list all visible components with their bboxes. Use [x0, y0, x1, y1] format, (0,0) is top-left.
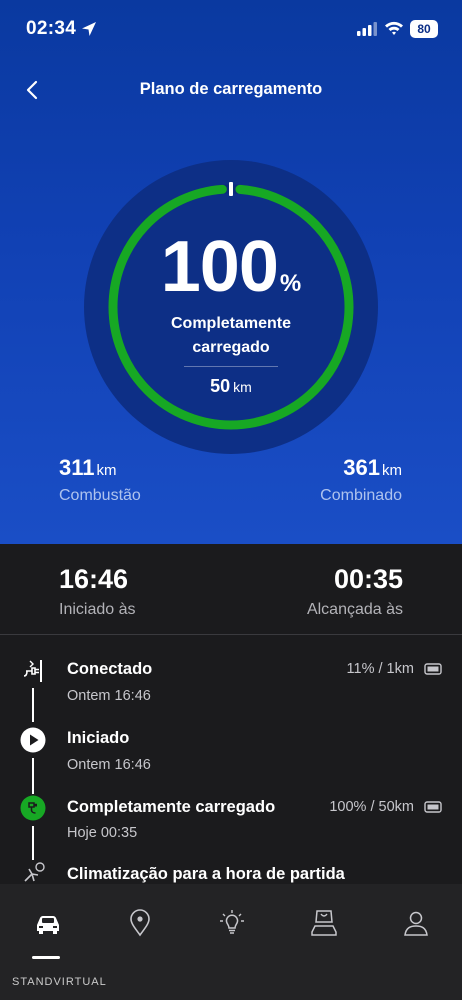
- tab-map[interactable]: [116, 904, 162, 944]
- combustion-range: 311 km Combustão: [59, 455, 141, 505]
- combustion-range-unit: km: [96, 462, 117, 479]
- timeline-connector: [32, 758, 34, 794]
- timeline-connector: [32, 826, 34, 860]
- tab-profile[interactable]: [392, 904, 438, 944]
- reached-time-value: 00:35: [333, 564, 403, 594]
- map-pin-icon: [130, 909, 150, 937]
- car-battery-icon: [424, 663, 442, 675]
- location-arrow-icon: [82, 22, 96, 36]
- charge-gauge: 100% Completamente carregado 50 km: [84, 160, 378, 454]
- battery-indicator: 80: [410, 20, 438, 38]
- navigation-bar: Plano de carregamento: [0, 70, 462, 110]
- user-icon: [404, 911, 428, 936]
- gauge-marker: [229, 182, 233, 196]
- reached-time-label: Alcançada às: [306, 601, 403, 618]
- timeline-event-title: Conectado: [67, 660, 153, 678]
- combustion-range-value: 311: [59, 455, 95, 480]
- timeline-connector: [32, 688, 34, 722]
- climate-icon: [24, 862, 45, 882]
- car-icon: [37, 916, 59, 934]
- gauge-divider: [184, 366, 278, 367]
- reached-time-block: 00:35 Alcançada às: [307, 564, 403, 619]
- start-time-label: Iniciado às: [59, 601, 136, 618]
- combined-range: 361 km Combinado: [320, 455, 402, 505]
- tab-vehicle[interactable]: [24, 904, 70, 959]
- timeline-event-detail: 100% / 50km: [329, 799, 442, 815]
- percentage-value: 100: [160, 227, 279, 307]
- charge-times: 16:46 Iniciado às 00:35 Alcançada às: [0, 544, 462, 634]
- charge-status-line2: carregado: [192, 339, 270, 356]
- wifi-icon: [385, 21, 403, 35]
- timeline-event-title: Completamente carregado: [67, 798, 276, 816]
- timeline-event-subtitle: Ontem 16:46: [67, 757, 151, 773]
- electric-range: 50 km: [84, 376, 378, 397]
- combined-range-value: 361: [343, 455, 380, 480]
- lightbulb-icon: [220, 910, 244, 934]
- charge-timeline: Conectado Ontem 16:46 11% / 1km Iniciado…: [0, 646, 462, 884]
- car-battery-icon: [424, 801, 442, 813]
- percentage-sign: %: [279, 270, 302, 297]
- cellular-signal-icon: [357, 22, 377, 36]
- charge-status: Completamente carregado: [141, 312, 321, 360]
- combined-range-label: Combinado: [320, 487, 402, 504]
- status-time: 02:34: [26, 18, 77, 39]
- status-bar: 02:34 80: [0, 0, 462, 60]
- tab-shop[interactable]: [300, 904, 346, 944]
- charged-icon: [20, 795, 46, 821]
- shop-icon: [311, 910, 337, 936]
- start-time-value: 16:46: [59, 564, 129, 594]
- timeline-event-title: Iniciado: [67, 729, 130, 747]
- tab-active-indicator: [32, 956, 60, 959]
- event-detail-text: 11% / 1km: [346, 661, 414, 677]
- combined-range-unit: km: [382, 462, 402, 479]
- timeline-event-title: Climatização para a hora de partida: [67, 865, 345, 883]
- timeline-event-detail: 11% / 1km: [347, 661, 442, 677]
- electric-range-unit: km: [233, 379, 252, 395]
- hero-panel: 02:34 80 Plano de carregamento 100% Comp…: [0, 0, 462, 544]
- timeline-event-subtitle: Hoje 00:35: [67, 825, 138, 841]
- electric-range-value: 50: [210, 376, 231, 396]
- section-divider: [0, 634, 462, 635]
- timeline-event-subtitle: Ontem 16:46: [67, 688, 151, 704]
- watermark-logo: STANDVIRTUAL: [12, 976, 107, 988]
- event-detail-text: 100% / 50km: [329, 799, 414, 815]
- play-icon: [20, 727, 46, 753]
- combustion-range-label: Combustão: [59, 487, 141, 504]
- plug-icon: [23, 660, 42, 682]
- page-title: Plano de carregamento: [139, 80, 323, 98]
- charge-status-line1: Completamente: [170, 315, 292, 332]
- charge-percentage: 100%: [84, 226, 378, 308]
- tab-ideas[interactable]: [208, 904, 254, 944]
- start-time-block: 16:46 Iniciado às: [59, 564, 136, 619]
